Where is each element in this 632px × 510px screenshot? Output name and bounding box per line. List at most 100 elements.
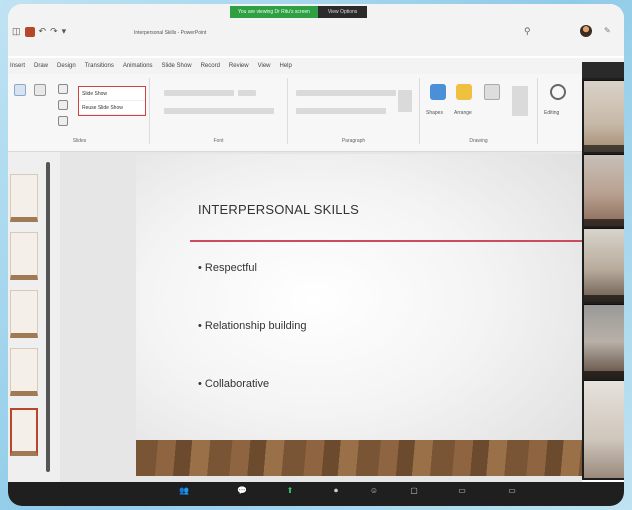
search-icon[interactable]: ⚲ xyxy=(524,26,531,37)
tab-record[interactable]: Record xyxy=(201,63,220,69)
shapes-icon[interactable] xyxy=(430,84,446,100)
slide-thumbnail[interactable] xyxy=(10,174,38,222)
redo-icon[interactable]: ↷ xyxy=(50,26,58,37)
tab-slide-show[interactable]: Slide Show xyxy=(162,63,192,69)
quick-styles-icon[interactable] xyxy=(484,84,500,100)
bullet-text: Relationship building xyxy=(204,320,307,332)
ribbon: Slide Show Reuse Slide Show Slides Font … xyxy=(8,74,582,152)
dropdown-item-slide-show[interactable]: Slide Show xyxy=(79,87,145,101)
drawing-group: Shapes Arrange Drawing xyxy=(420,78,538,144)
ribbon-tabs: Insert Draw Design Transitions Animation… xyxy=(8,58,624,74)
document-title: Interpersonal Skills - PowerPoint xyxy=(134,30,207,36)
slide-thumbnail-selected[interactable] xyxy=(10,408,38,456)
slide-show-dropdown[interactable]: Slide Show Reuse Slide Show xyxy=(78,86,146,116)
slide[interactable]: INTERPERSONAL SKILLS • Respectful • Rela… xyxy=(136,154,582,476)
bullet-item[interactable]: • Respectful xyxy=(198,262,257,274)
chat-button[interactable]: 💬 xyxy=(232,486,252,495)
more-button[interactable]: ▭ xyxy=(502,486,522,495)
tab-view[interactable]: View xyxy=(258,63,271,69)
tab-help[interactable]: Help xyxy=(280,63,292,69)
whiteboard-icon: ▭ xyxy=(458,486,466,495)
video-tile[interactable] xyxy=(584,154,624,226)
video-tile[interactable] xyxy=(584,304,624,378)
bullet-item[interactable]: • Collaborative xyxy=(198,378,269,390)
whiteboard-button[interactable]: ▭ xyxy=(452,486,472,495)
shape-format-buttons[interactable] xyxy=(512,86,528,116)
video-tile[interactable] xyxy=(584,228,624,302)
reactions-button[interactable]: ☺ xyxy=(364,486,384,495)
bullet-text: Respectful xyxy=(204,262,257,274)
slide-thumbnail[interactable] xyxy=(10,348,38,396)
save-icon[interactable] xyxy=(24,26,35,37)
chat-icon: 💬 xyxy=(237,486,247,495)
share-screen-button[interactable]: ⬆ xyxy=(280,486,300,495)
bullet-item[interactable]: • Relationship building xyxy=(198,320,306,332)
align-buttons[interactable] xyxy=(296,108,386,114)
video-tile[interactable] xyxy=(584,80,624,152)
font-group: Font xyxy=(150,78,288,144)
section-icon[interactable] xyxy=(58,116,68,126)
slides-group: Slide Show Reuse Slide Show Slides xyxy=(10,78,150,144)
more-icon: ▭ xyxy=(508,486,516,495)
arrange-icon[interactable] xyxy=(456,84,472,100)
tab-design[interactable]: Design xyxy=(57,63,76,69)
record-button[interactable]: ⏺ xyxy=(326,486,346,496)
participant-name xyxy=(584,371,624,378)
quick-access-toolbar: ◫ ↶ ↷ ▾ xyxy=(12,26,66,37)
slide-title[interactable]: INTERPERSONAL SKILLS xyxy=(198,202,359,217)
reactions-icon: ☺ xyxy=(369,486,379,495)
apps-icon: ▢ xyxy=(410,486,418,495)
paragraph-group: Paragraph xyxy=(288,78,420,144)
undo-icon[interactable]: ↶ xyxy=(39,26,47,37)
dropdown-item-reuse[interactable]: Reuse Slide Show xyxy=(79,101,145,115)
slides-group-label: Slides xyxy=(72,138,87,144)
view-options-button[interactable]: View Options xyxy=(317,6,368,18)
meeting-toolbar: 👥 💬 ⬆ ⏺ ☺ ▢ ▭ ▭ xyxy=(8,482,624,506)
wood-floor-decoration xyxy=(136,440,582,476)
slide-thumbnail[interactable] xyxy=(10,290,38,338)
thumbnail-scrollbar[interactable] xyxy=(46,162,50,472)
slide-thumbnail[interactable] xyxy=(10,232,38,280)
tab-review[interactable]: Review xyxy=(229,63,249,69)
new-slide-icon[interactable] xyxy=(14,84,26,96)
layout-icon[interactable] xyxy=(58,84,68,94)
title-divider xyxy=(190,240,582,242)
share-screen-icon: ⬆ xyxy=(286,486,294,495)
pen-icon[interactable]: ✎ xyxy=(604,26,611,35)
video-tile[interactable] xyxy=(584,380,624,478)
font-group-label: Font xyxy=(213,138,224,144)
reuse-slides-icon[interactable] xyxy=(34,84,46,96)
participant-name xyxy=(584,219,624,226)
screen-share-banner: You are viewing Dr Ritu's screen View Op… xyxy=(230,6,368,18)
font-name-box[interactable] xyxy=(164,90,234,96)
reset-icon[interactable] xyxy=(58,100,68,110)
font-format-row[interactable] xyxy=(164,108,274,114)
find-icon[interactable] xyxy=(550,84,566,100)
editing-button[interactable]: Editing xyxy=(544,110,559,116)
avatar[interactable] xyxy=(580,25,592,37)
bullet-text: Collaborative xyxy=(204,378,270,390)
autosave-icon[interactable]: ◫ xyxy=(12,26,21,37)
tab-insert[interactable]: Insert xyxy=(10,63,25,69)
tab-transitions[interactable]: Transitions xyxy=(85,63,114,69)
share-status: You are viewing Dr Ritu's screen xyxy=(230,6,318,18)
tab-draw[interactable]: Draw xyxy=(34,63,48,69)
arrange-button[interactable]: Arrange xyxy=(454,110,472,116)
app-window: You are viewing Dr Ritu's screen View Op… xyxy=(8,4,624,506)
list-buttons[interactable] xyxy=(296,90,396,96)
text-direction-button[interactable] xyxy=(398,90,412,112)
video-gallery xyxy=(582,62,624,480)
participants-icon: 👥 xyxy=(179,486,189,495)
gallery-header xyxy=(582,62,624,78)
paragraph-group-label: Paragraph xyxy=(341,138,366,144)
participants-button[interactable]: 👥 xyxy=(174,486,194,495)
apps-button[interactable]: ▢ xyxy=(404,486,424,495)
participant-name xyxy=(584,295,624,302)
shapes-button[interactable]: Shapes xyxy=(426,110,443,116)
drawing-group-label: Drawing xyxy=(469,138,488,144)
slide-thumbnails-panel xyxy=(8,152,60,482)
customize-icon[interactable]: ▾ xyxy=(62,26,67,37)
tab-animations[interactable]: Animations xyxy=(123,63,153,69)
font-size-box[interactable] xyxy=(238,90,256,96)
participant-name xyxy=(584,145,624,152)
